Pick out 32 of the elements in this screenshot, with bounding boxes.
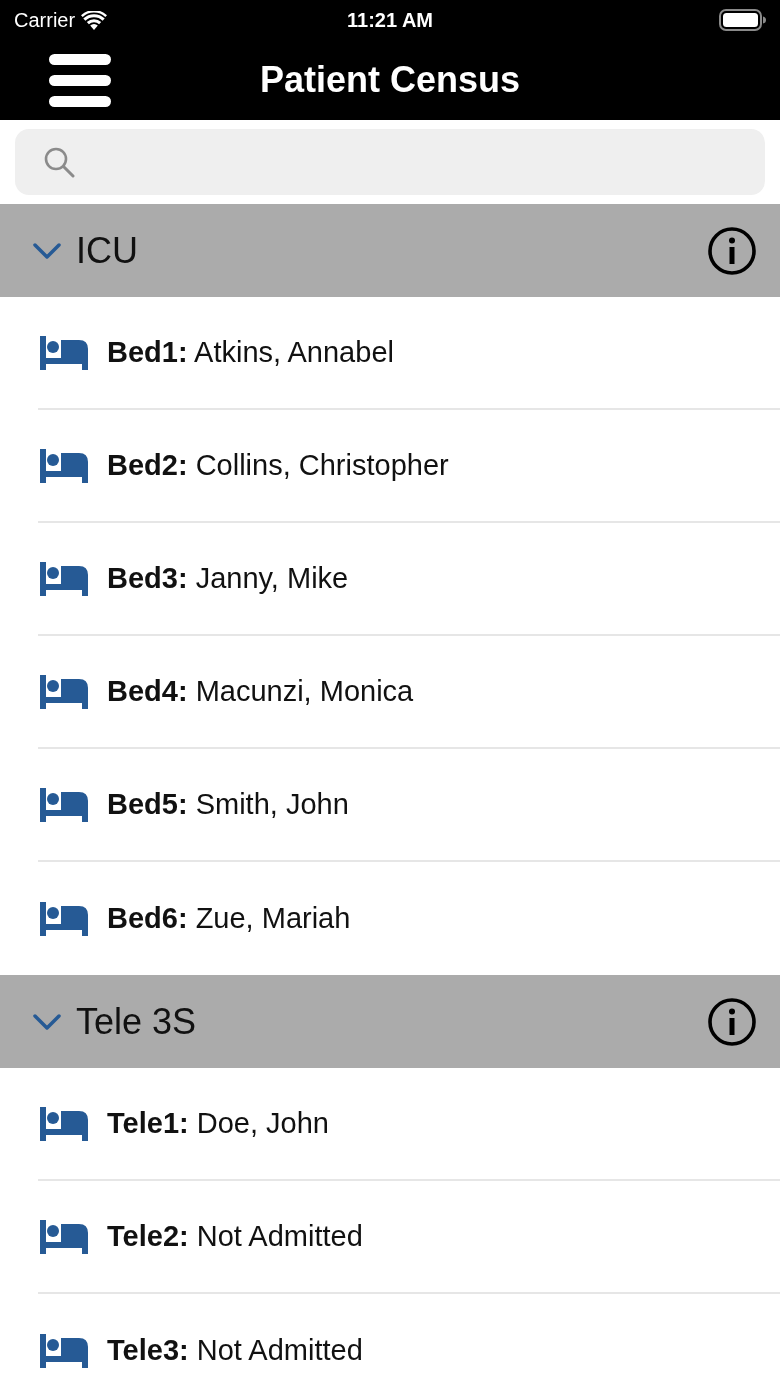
battery-icon [719, 9, 766, 31]
info-icon[interactable] [708, 226, 756, 275]
section-title: ICU [76, 228, 139, 273]
bed-assignment[interactable]: Bed2: Collins, Christopher [107, 443, 449, 488]
bed-assignment[interactable]: Bed1: Atkins, Annabel [107, 330, 394, 375]
bed-assignment[interactable]: Bed5: Smith, John [107, 782, 349, 827]
bed-icon [40, 787, 88, 822]
bed-icon [40, 335, 88, 370]
bed-assignment[interactable]: Tele3: Not Admitted [107, 1328, 363, 1373]
section-header[interactable]: Tele 3S [0, 975, 780, 1068]
bed-icon [40, 1219, 88, 1254]
bed-icon [40, 901, 88, 936]
status-time: 11:21 AM [347, 8, 433, 33]
bed-assignment[interactable]: Bed4: Macunzi, Monica [107, 669, 414, 714]
bed-assignment[interactable]: Bed6: Zue, Mariah [107, 896, 351, 941]
info-icon[interactable] [708, 997, 756, 1046]
carrier-name: Carrier [14, 8, 76, 33]
bed-assignment[interactable]: Tele1: Doe, John [107, 1101, 329, 1146]
search-icon [44, 146, 75, 178]
menu-icon[interactable] [49, 53, 111, 107]
screen-title: Patient Census [259, 58, 521, 102]
bed-assignment[interactable]: Tele2: Not Admitted [107, 1214, 363, 1259]
bed-icon [40, 674, 88, 709]
search-field[interactable] [15, 129, 765, 195]
wifi-icon [81, 10, 108, 30]
bed-assignment[interactable]: Bed3: Janny, Mike [107, 556, 349, 601]
section-header[interactable]: ICU [0, 204, 780, 297]
bed-icon [40, 561, 88, 596]
bed-icon [40, 1106, 88, 1141]
bed-icon [40, 1333, 88, 1368]
bed-icon [40, 448, 88, 483]
section-title: Tele 3S [76, 999, 198, 1044]
